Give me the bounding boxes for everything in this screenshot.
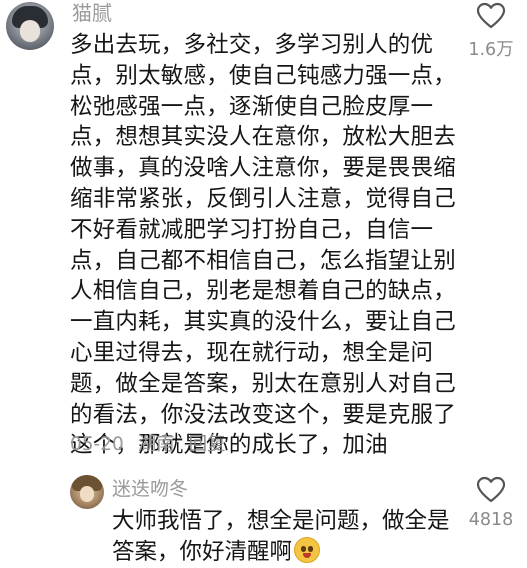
comment-text[interactable]: 多出去玩，多社交，多学习别人的优 点，别太敏感，使自己钝感力强一点， 松弛感强一…	[70, 30, 456, 461]
comment-line: 点，别太敏感，使自己钝感力强一点，	[70, 62, 456, 89]
reply-text[interactable]: 大师我悟了，想全是问题，做全是 答案，你好清醒啊	[112, 506, 462, 568]
reply-like[interactable]: 4818	[459, 476, 523, 530]
commenter-avatar[interactable]	[6, 2, 54, 50]
comment-line: 人相信自己，别老是想着自己的缺点，	[70, 278, 456, 305]
comment-line: 点，想想其实没人在意你，放松大胆去	[70, 124, 456, 151]
heart-icon[interactable]	[476, 476, 506, 504]
reply-line-text: 答案，你好清醒啊	[112, 539, 293, 565]
commenter-username[interactable]: 猫腻	[72, 0, 112, 26]
comment-line: 缩非常紧张，反倒引人注意，觉得自己	[70, 185, 456, 212]
comment-line: 做事，真的没啥人注意你，要是畏畏缩	[70, 155, 456, 182]
like-count: 1.6万	[468, 40, 514, 60]
reply-avatar[interactable]	[70, 475, 104, 509]
grinning-face-emoji	[294, 537, 321, 563]
comment-line: 点，自己都不相信自己，怎么指望让别	[70, 247, 456, 274]
avatar-face	[80, 486, 94, 502]
comment-like[interactable]: 1.6万	[459, 2, 523, 61]
reply-line: 大师我悟了，想全是问题，做全是	[112, 508, 450, 534]
reply-username[interactable]: 迷迭吻冬	[112, 476, 188, 502]
reply-button[interactable]: 回复	[189, 434, 226, 455]
avatar-face	[20, 20, 40, 42]
comment-date: 05-20	[70, 434, 124, 455]
comment-line: 的看法，你没法改变这个，要是克服了	[70, 401, 456, 428]
comment-line: 多出去玩，多社交，多学习别人的优	[70, 32, 434, 58]
comment-line: 不好看就减肥学习打扮自己，自信一	[70, 216, 434, 243]
comment-line: 松弛感强一点，逐渐使自己脸皮厚一	[70, 93, 434, 120]
reply-line: 答案，你好清醒啊	[112, 537, 462, 568]
comment-line: 心里过得去，现在就行动，想全是问	[70, 339, 434, 366]
comment-location: 湖南	[137, 434, 175, 455]
like-count: 4818	[468, 510, 514, 530]
heart-icon[interactable]	[476, 2, 506, 30]
comment-line: 一直内耗，其实真的没什么，要让自己	[70, 309, 456, 336]
comment-meta: 05-20 湖南 回复	[70, 432, 234, 458]
comment-line: 题，做全是答案，别太在意别人对自己	[70, 370, 456, 397]
